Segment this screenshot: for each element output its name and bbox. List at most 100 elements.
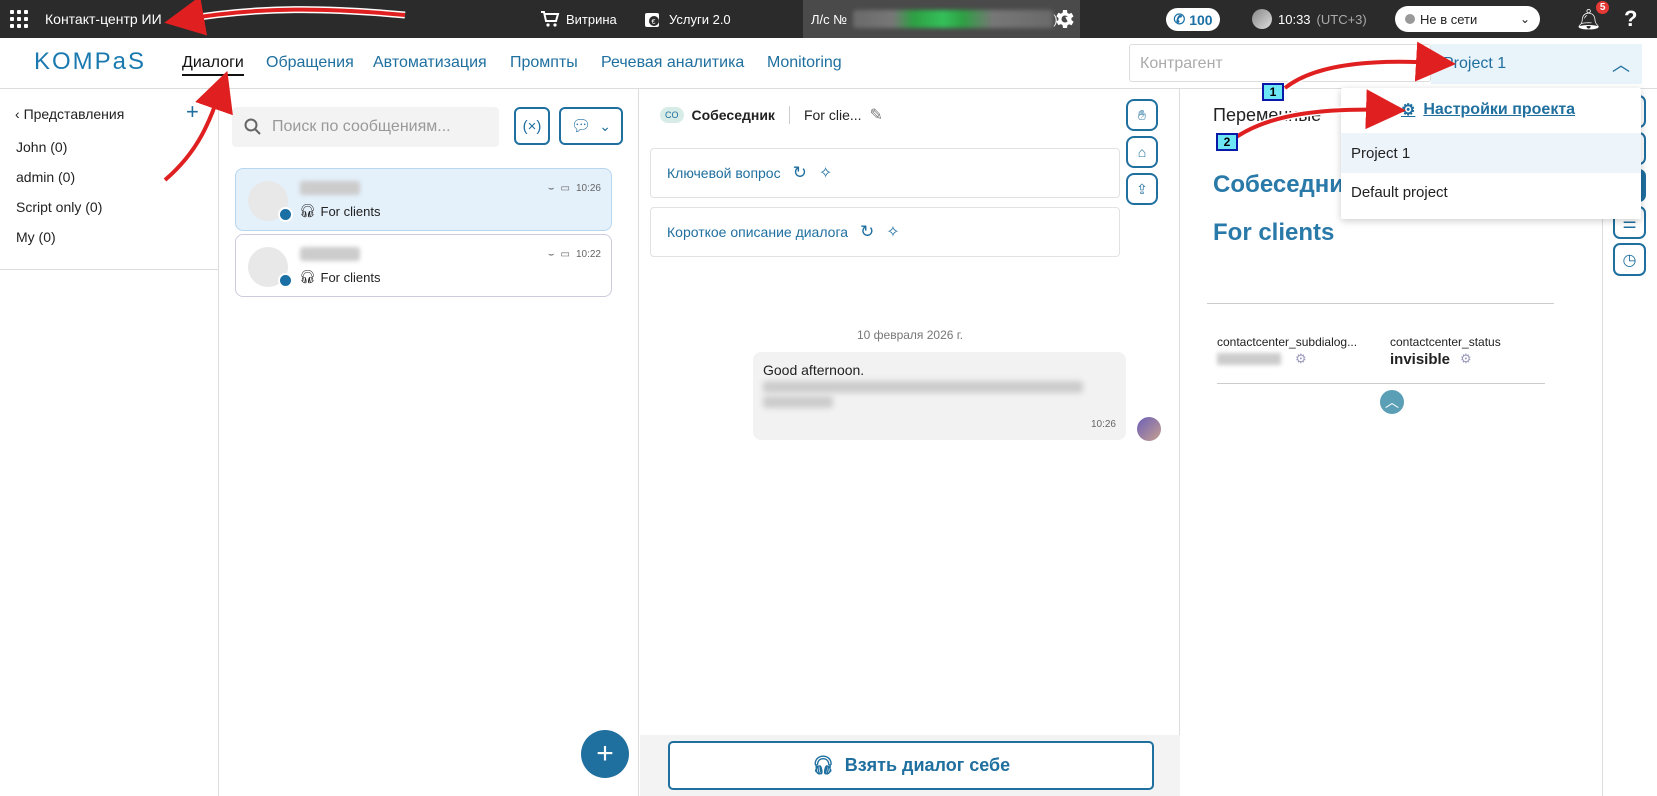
app-title[interactable]: Контакт-центр ИИ <box>45 0 162 38</box>
counterparty-input[interactable]: Контрагент <box>1129 44 1431 82</box>
apps-menu-button[interactable] <box>10 0 28 38</box>
headset-icon: 🎧︎ <box>811 755 835 775</box>
avatar <box>1252 9 1272 29</box>
views-title: Представления <box>23 106 125 122</box>
message-icon: ▭ <box>560 183 570 194</box>
project-option[interactable]: Project 1 <box>1341 133 1641 173</box>
nav-prompts[interactable]: Промпты <box>510 54 578 72</box>
interlocutor-heading: Собеседник <box>1213 171 1357 198</box>
account-number-redacted <box>853 10 1054 28</box>
variable-value-redacted <box>1217 353 1281 365</box>
key-question-label: Ключевой вопрос <box>667 165 781 181</box>
message-text: Good afternoon. <box>763 362 865 378</box>
view-item[interactable]: My (0) <box>16 229 56 245</box>
sliders-icon[interactable]: ⚙︎ <box>1295 351 1307 367</box>
message-search-input[interactable]: Поиск по сообщениям... <box>232 107 499 147</box>
sparkle-icon[interactable]: ✧ <box>886 222 899 242</box>
project-settings-label: Настройки проекта <box>1423 101 1576 118</box>
services-link[interactable]: € Услуги 2.0 <box>643 0 731 38</box>
view-item[interactable]: John (0) <box>16 139 67 155</box>
add-view-button[interactable]: + <box>186 99 199 125</box>
short-description-field[interactable]: Короткое описание диалога ↻ ✧ <box>650 207 1120 257</box>
headset-icon: 🎧︎ <box>299 269 316 284</box>
sparkle-icon[interactable]: ✧ <box>819 163 832 183</box>
operator-info[interactable]: 10:33 (UTC+3) <box>1252 0 1367 38</box>
divider <box>0 269 219 270</box>
gear-icon: ⚙︎ <box>1401 102 1416 119</box>
message-icon: ▭ <box>560 249 570 260</box>
queue-label: 🎧︎ For clients <box>299 203 380 219</box>
nav-requests[interactable]: Обращения <box>266 54 354 72</box>
account-label: Л/с № <box>811 11 848 27</box>
settings-button[interactable] <box>1052 0 1076 38</box>
chat-icon: 💬︎ <box>570 118 592 135</box>
dialog-filter-dropdown[interactable]: 💬︎ ⌄ <box>559 107 623 145</box>
refresh-icon[interactable]: ↻ <box>793 163 807 183</box>
short-description-label: Короткое описание диалога <box>667 224 849 240</box>
view-item[interactable]: Script only (0) <box>16 199 102 215</box>
pencil-icon[interactable]: ✎ <box>870 105 883 125</box>
mail-icon <box>278 207 293 222</box>
export-button[interactable]: ⇪ <box>1126 173 1158 205</box>
nav-speech-analytics[interactable]: Речевая аналитика <box>601 54 744 72</box>
collapse-button[interactable]: ︿ <box>1380 390 1404 414</box>
channel-badge: CO <box>660 107 684 123</box>
logo[interactable]: KOMPaS <box>34 48 146 76</box>
clear-filter-button[interactable]: (×) <box>514 107 550 145</box>
showcase-link[interactable]: Витрина <box>540 0 617 38</box>
upload-icon: ⇪ <box>1136 180 1148 197</box>
dialog-card[interactable]: 🎧︎ For clients ⌣ ▭ 10:22 <box>235 234 612 297</box>
nav-automation[interactable]: Автоматизация <box>373 54 487 72</box>
chat-channel: For clie... <box>803 107 862 123</box>
nav-monitoring[interactable]: Monitoring <box>767 54 842 72</box>
tag-button[interactable]: ⌂ <box>1126 136 1158 168</box>
phone-count: 100 <box>1189 11 1213 28</box>
project-dropdown: ⚙︎ Настройки проекта Project 1 Default p… <box>1341 88 1641 219</box>
variable-value: invisible <box>1390 351 1451 368</box>
top-bar: Контакт-центр ИИ Витрина € Услуги 2.0 Л/… <box>0 0 1657 38</box>
phone-icon: ✆ <box>1173 11 1186 27</box>
search-placeholder: Поиск по сообщениям... <box>272 118 451 135</box>
sliders-icon[interactable]: ⚙︎ <box>1460 351 1472 367</box>
interlocutor-label: Собеседник <box>691 107 775 123</box>
key-question-field[interactable]: Ключевой вопрос ↻ ✧ <box>650 148 1120 198</box>
dialog-time: 10:22 <box>575 249 601 260</box>
history-button[interactable]: ◷ <box>1613 243 1646 276</box>
notifications-button[interactable]: 🔔︎ 5 <box>1576 0 1610 38</box>
chat-footer: 🎧︎ Взять диалог себе <box>640 735 1180 796</box>
chevron-up-icon: ︿ <box>1385 394 1399 410</box>
divider <box>788 106 790 124</box>
status-select[interactable]: Не в сети ⌄ <box>1395 6 1540 32</box>
account-selector[interactable]: Л/с № ) ▼ <box>803 0 1080 38</box>
timezone: (UTC+3) <box>1316 11 1367 27</box>
take-dialog-button[interactable]: 🎧︎ Взять диалог себе <box>668 741 1154 790</box>
annotation-marker: 2 <box>1216 133 1238 151</box>
hand-button[interactable]: ✋︎ <box>1126 99 1158 131</box>
views-back[interactable]: ‹ Представления <box>15 106 124 122</box>
contact-name-redacted <box>300 247 360 261</box>
phone-lines-badge[interactable]: ✆ 100 <box>1166 8 1220 31</box>
new-dialog-button[interactable]: + <box>581 730 629 778</box>
message-bubble: Good afternoon. 10:26 <box>753 352 1126 440</box>
queue-name: For clients <box>320 203 381 219</box>
project-select[interactable]: Project 1 ︿ <box>1431 44 1642 84</box>
project-settings-link[interactable]: ⚙︎ Настройки проекта <box>1401 100 1575 120</box>
plus-icon: + <box>596 737 614 770</box>
dialog-card[interactable]: 🎧︎ For clients ⌣ ▭ 10:26 <box>235 168 612 231</box>
nav-dialogs[interactable]: Диалоги <box>182 54 244 76</box>
chevron-left-icon: ‹ <box>15 106 24 122</box>
chat-header: CO Собеседник For clie... ✎ <box>660 105 883 125</box>
status-dot <box>1405 13 1415 24</box>
message-redacted <box>763 396 833 408</box>
contact-name-redacted <box>300 181 360 195</box>
message-redacted <box>763 381 1083 393</box>
chevron-down-icon: ⌄ <box>1519 12 1530 26</box>
hand-icon: ✋︎ <box>1138 106 1146 123</box>
project-option[interactable]: Default project <box>1341 172 1641 212</box>
dialog-meta: ⌣ ▭ 10:26 <box>548 183 601 194</box>
help-button[interactable]: ? <box>1624 0 1637 38</box>
refresh-icon[interactable]: ↻ <box>860 222 874 242</box>
queue-heading: For clients <box>1213 219 1335 246</box>
view-item[interactable]: admin (0) <box>16 169 75 185</box>
variable-name: contactcenter_subdialog... <box>1217 335 1358 349</box>
